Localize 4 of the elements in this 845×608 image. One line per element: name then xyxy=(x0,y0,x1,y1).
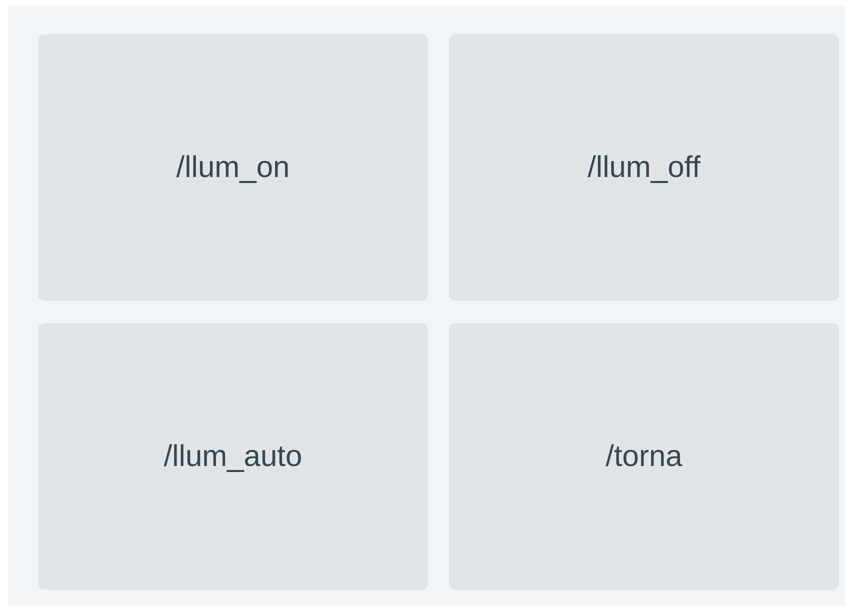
keyboard-button[interactable]: /llum_on xyxy=(38,34,428,301)
keyboard-button[interactable]: /torna xyxy=(449,323,839,590)
keyboard-button[interactable]: /llum_auto xyxy=(38,323,428,590)
keyboard-button[interactable]: /llum_off xyxy=(449,34,839,301)
